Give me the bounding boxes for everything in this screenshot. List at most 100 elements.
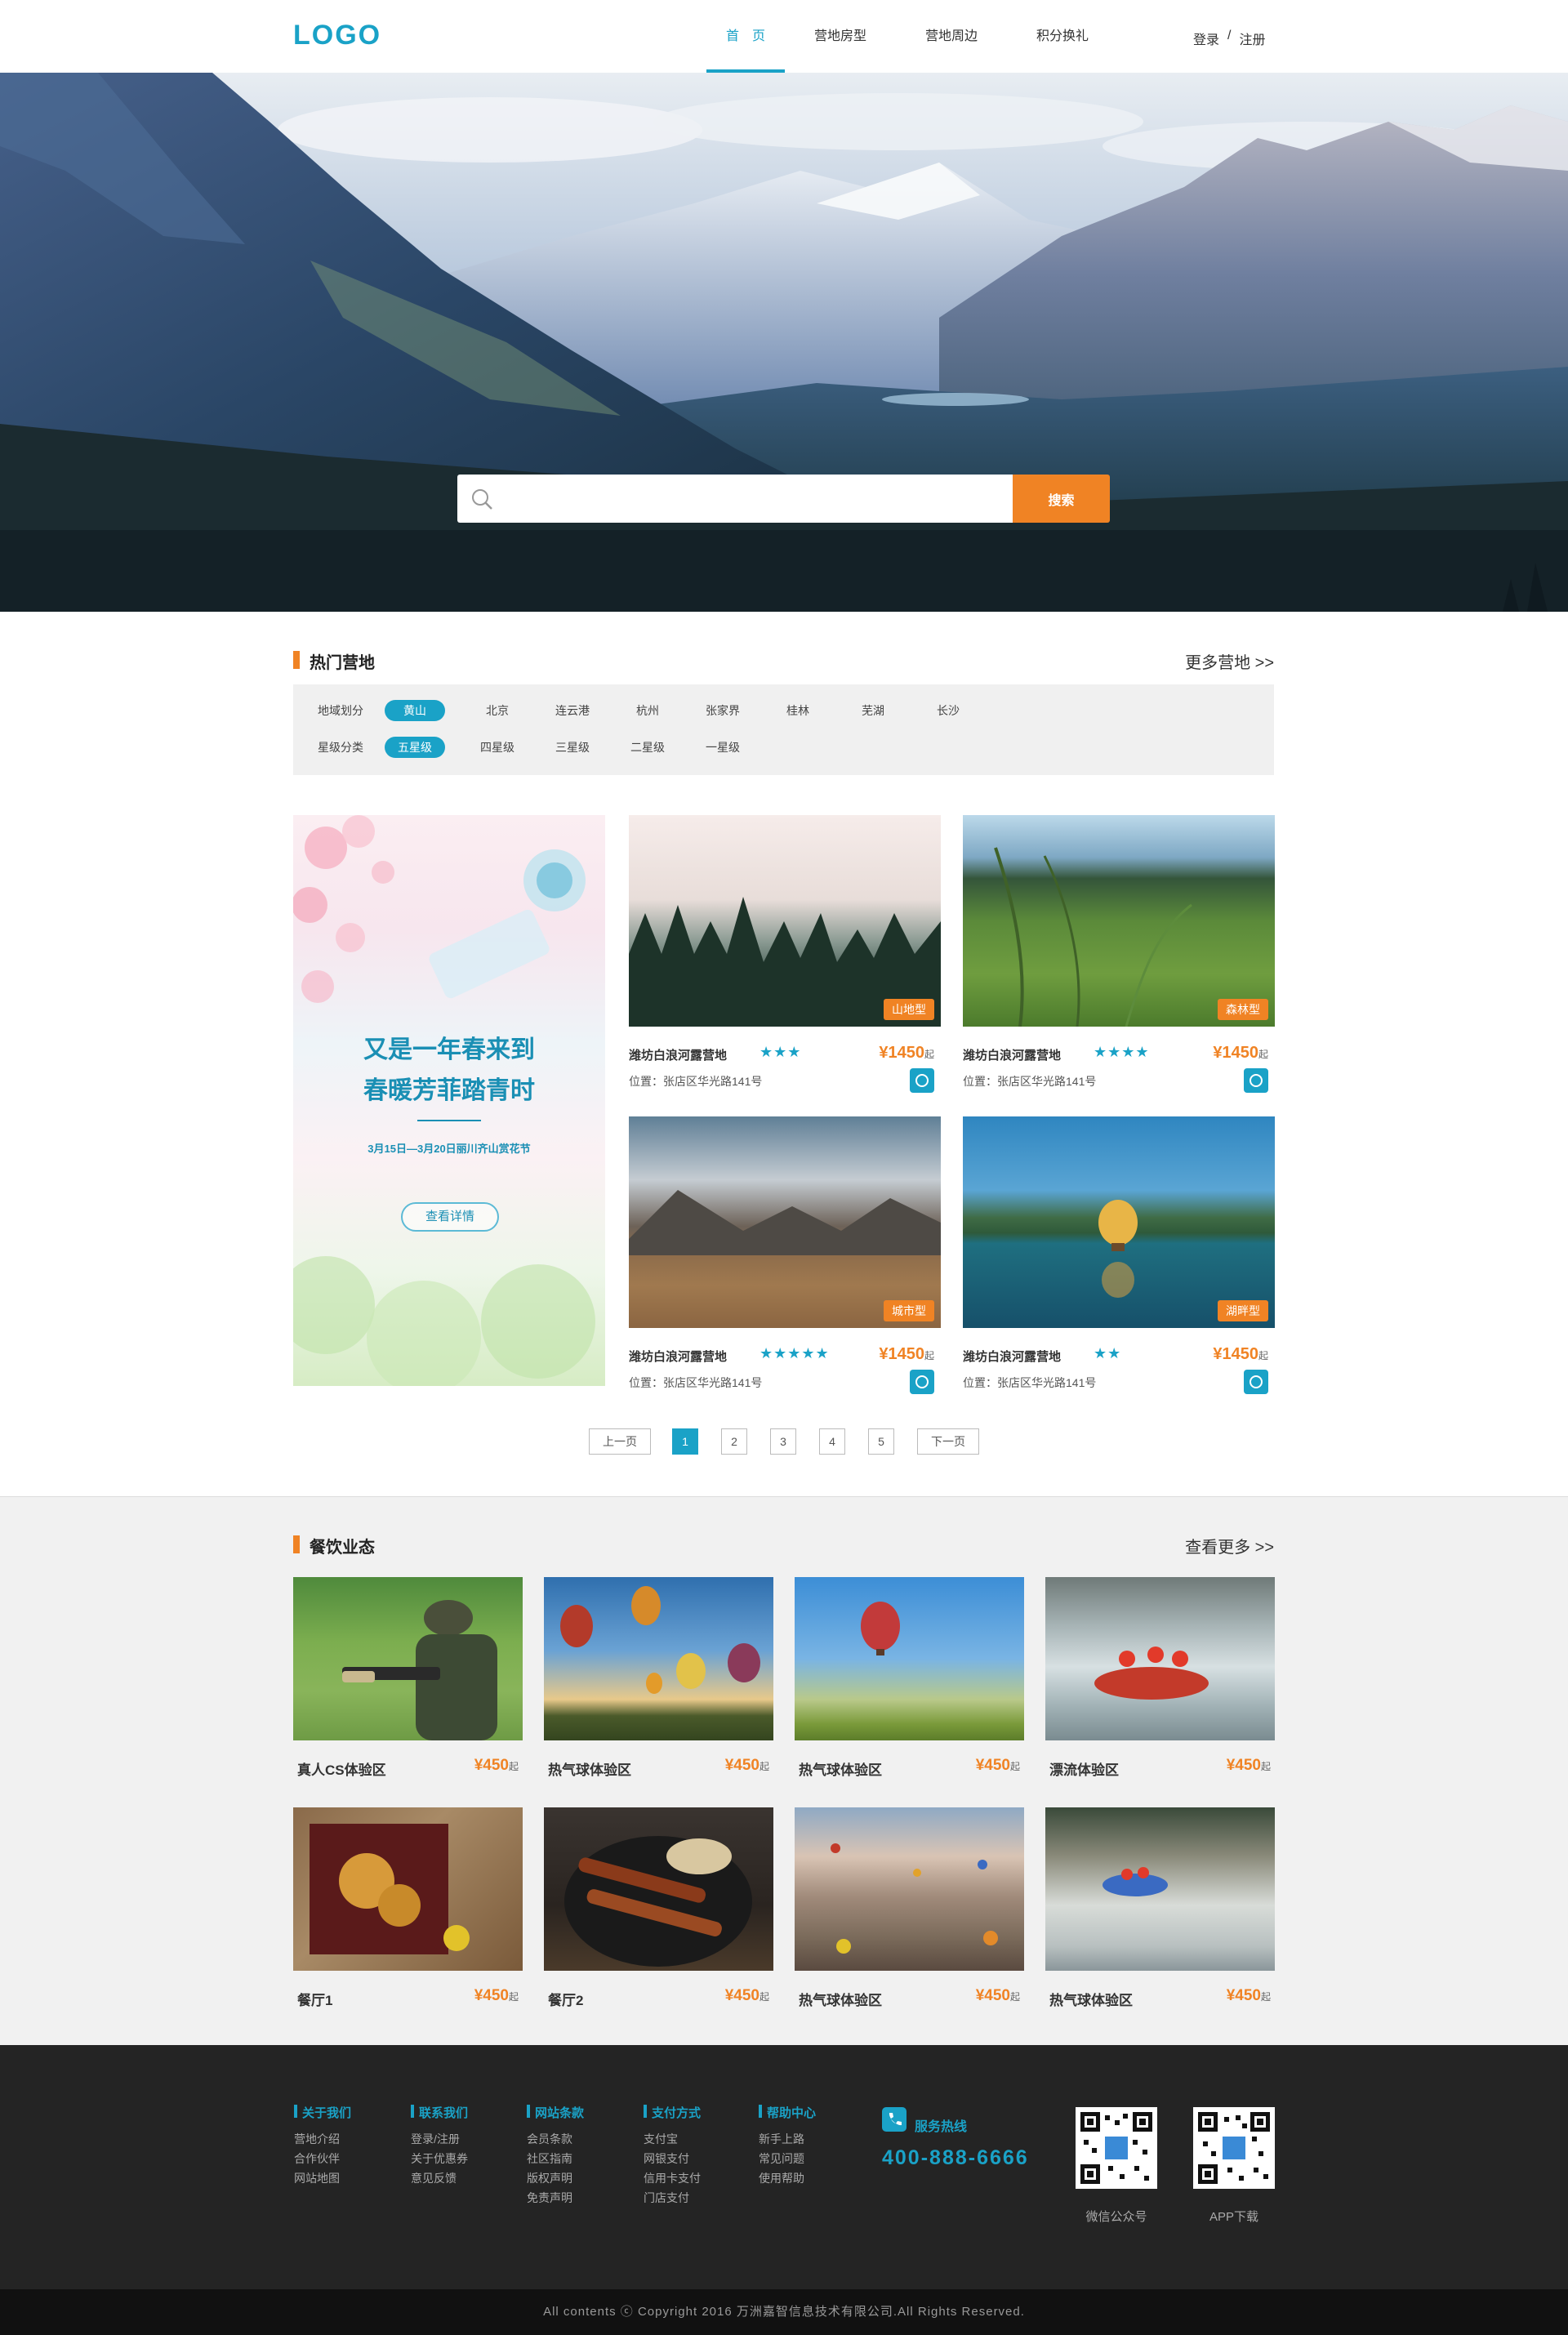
page-button[interactable]: 4 (819, 1428, 845, 1455)
camp-card[interactable]: 山地型 潍坊白浪河露营地 ★★★ ¥1450起 位置：张店区华光路141号 (629, 815, 941, 1097)
star-option[interactable]: 四星级 (460, 739, 535, 755)
price-unit: 起 (924, 1350, 934, 1361)
food-card[interactable]: 热气球体验区 ¥450起 (795, 1807, 1024, 2012)
register-link[interactable]: 注册 (1239, 29, 1265, 48)
footer-link[interactable]: 合作伙伴 (294, 2149, 351, 2168)
food-title: 餐饮业态 (293, 1534, 375, 1557)
camp-type-tag: 城市型 (884, 1300, 934, 1321)
price-unit: 起 (1260, 1991, 1271, 2003)
price-unit: 起 (1009, 1991, 1020, 2003)
promo-details-button[interactable]: 查看详情 (401, 1202, 499, 1232)
footer-link[interactable]: 会员条款 (527, 2129, 584, 2149)
nav-surroundings[interactable]: 营地周边 (896, 0, 1007, 73)
currency-symbol: ¥ (879, 1044, 889, 1062)
camp-rating-stars: ★★★ (760, 1044, 802, 1060)
more-food-link[interactable]: 查看更多 >> (1185, 1534, 1274, 1557)
camp-card[interactable]: 城市型 潍坊白浪河露营地 ★★★★★ ¥1450起 位置：张店区华光路141号 (629, 1116, 941, 1398)
more-camps-link[interactable]: 更多营地 >> (1185, 649, 1274, 673)
currency-symbol: ¥ (1213, 1044, 1223, 1062)
footer-link[interactable]: 登录/注册 (411, 2129, 468, 2149)
next-page-button[interactable]: 下一页 (917, 1428, 979, 1455)
footer-col-title: 关于我们 (294, 2104, 351, 2121)
page-button-current[interactable]: 1 (672, 1428, 698, 1455)
footer-link[interactable]: 免责声明 (527, 2188, 584, 2208)
region-option[interactable]: 杭州 (610, 702, 685, 719)
login-link[interactable]: 登录 (1193, 29, 1219, 48)
hotline-label: 服务热线 (915, 2120, 968, 2134)
region-option[interactable]: 张家界 (685, 702, 760, 719)
page-button[interactable]: 5 (868, 1428, 894, 1455)
footer-link[interactable]: 网站地图 (294, 2168, 351, 2188)
location-pin-icon[interactable] (1244, 1370, 1268, 1394)
footer-link[interactable]: 门店支付 (644, 2188, 701, 2208)
food-photo-rapids (1045, 1807, 1275, 1971)
food-photo-balloons-sunset (544, 1577, 773, 1740)
wechat-qr-caption: 微信公众号 (1085, 2210, 1147, 2224)
search-input[interactable] (457, 475, 1013, 523)
region-option[interactable]: 黄山 (385, 700, 445, 721)
region-option[interactable]: 桂林 (760, 702, 835, 719)
food-card[interactable]: 餐厅1 ¥450起 (293, 1807, 523, 2012)
food-card[interactable]: 热气球体验区 ¥450起 (795, 1577, 1024, 1781)
nav-room-types[interactable]: 营地房型 (785, 0, 896, 73)
food-price: ¥450起 (1227, 1757, 1271, 1775)
camp-location: 位置：张店区华光路141号 (963, 1376, 1097, 1389)
prev-page-button[interactable]: 上一页 (589, 1428, 651, 1455)
search-icon (472, 489, 492, 510)
star-option[interactable]: 二星级 (610, 739, 685, 755)
site-header: LOGO 首 页 营地房型 营地周边 积分换礼 登录 / 注册 (0, 0, 1568, 73)
camp-price: ¥1450起 (879, 1044, 934, 1063)
camp-card[interactable]: 湖畔型 潍坊白浪河露营地 ★★ ¥1450起 位置：张店区华光路141号 (963, 1116, 1275, 1398)
region-filter-row: 地域划分 黄山 北京 连云港 杭州 张家界 桂林 芜湖 长沙 (318, 699, 986, 722)
nav-home[interactable]: 首 页 (706, 0, 785, 73)
region-option[interactable]: 连云港 (535, 702, 610, 719)
location-pin-icon[interactable] (1244, 1068, 1268, 1093)
footer-link[interactable]: 使用帮助 (759, 2168, 816, 2188)
search-button[interactable]: 搜索 (1013, 475, 1110, 523)
footer-col-terms: 网站条款 会员条款 社区指南 版权声明 免责声明 (527, 2104, 584, 2208)
footer-link[interactable]: 新手上路 (759, 2129, 816, 2149)
food-card[interactable]: 真人CS体验区 ¥450起 (293, 1577, 523, 1781)
food-card[interactable]: 漂流体验区 ¥450起 (1045, 1577, 1275, 1781)
price-value: 1450 (888, 1044, 924, 1062)
camp-card[interactable]: 森林型 潍坊白浪河露营地 ★★★★ ¥1450起 位置：张店区华光路141号 (963, 815, 1275, 1097)
copyright-bar: All contents ⓒ Copyright 2016 万洲嘉智信息技术有限… (0, 2289, 1568, 2335)
star-option[interactable]: 五星级 (385, 737, 445, 758)
region-option[interactable]: 芜湖 (835, 702, 911, 719)
food-price: ¥450起 (976, 1987, 1020, 2005)
food-card[interactable]: 热气球体验区 ¥450起 (544, 1577, 773, 1781)
promo-headline-2: 春暖芳菲踏青时 (363, 1076, 535, 1105)
auth-links: 登录 / 注册 (1193, 29, 1265, 48)
footer-link[interactable]: 营地介绍 (294, 2129, 351, 2149)
food-photo-cs-soldier (293, 1577, 523, 1740)
region-option[interactable]: 长沙 (911, 702, 986, 719)
footer-link[interactable]: 支付宝 (644, 2129, 701, 2149)
footer-col-payment: 支付方式 支付宝 网银支付 信用卡支付 门店支付 (644, 2104, 701, 2208)
footer-link[interactable]: 常见问题 (759, 2149, 816, 2168)
footer-col-title: 支付方式 (644, 2104, 701, 2121)
footer-link[interactable]: 意见反馈 (411, 2168, 468, 2188)
camp-location: 位置：张店区华光路141号 (963, 1075, 1097, 1088)
footer-link[interactable]: 关于优惠券 (411, 2149, 468, 2168)
camp-photo-misty-forest: 山地型 (629, 815, 941, 1027)
footer-link[interactable]: 信用卡支付 (644, 2168, 701, 2188)
food-card[interactable]: 热气球体验区 ¥450起 (1045, 1807, 1275, 2012)
page-button[interactable]: 3 (770, 1428, 796, 1455)
food-card[interactable]: 餐厅2 ¥450起 (544, 1807, 773, 2012)
footer-link[interactable]: 社区指南 (527, 2149, 584, 2168)
star-option[interactable]: 三星级 (535, 739, 610, 755)
camp-price: ¥1450起 (1213, 1044, 1268, 1063)
region-option[interactable]: 北京 (460, 702, 535, 719)
footer-link[interactable]: 网银支付 (644, 2149, 701, 2168)
food-photo-skewers (544, 1807, 773, 1971)
page-button[interactable]: 2 (721, 1428, 747, 1455)
footer-link[interactable]: 版权声明 (527, 2168, 584, 2188)
location-pin-icon[interactable] (910, 1370, 934, 1394)
food-photo-fried-dish (293, 1807, 523, 1971)
logo[interactable]: LOGO (293, 20, 381, 51)
star-option[interactable]: 一星级 (685, 739, 760, 755)
price-unit: 起 (759, 1991, 769, 2003)
nav-points-gifts[interactable]: 积分换礼 (1007, 0, 1118, 73)
location-pin-icon[interactable] (910, 1068, 934, 1093)
spring-promo-banner[interactable]: 又是一年春来到 春暖芳菲踏青时 3月15日—3月20日丽川齐山赏花节 查看详情 (293, 815, 605, 1386)
